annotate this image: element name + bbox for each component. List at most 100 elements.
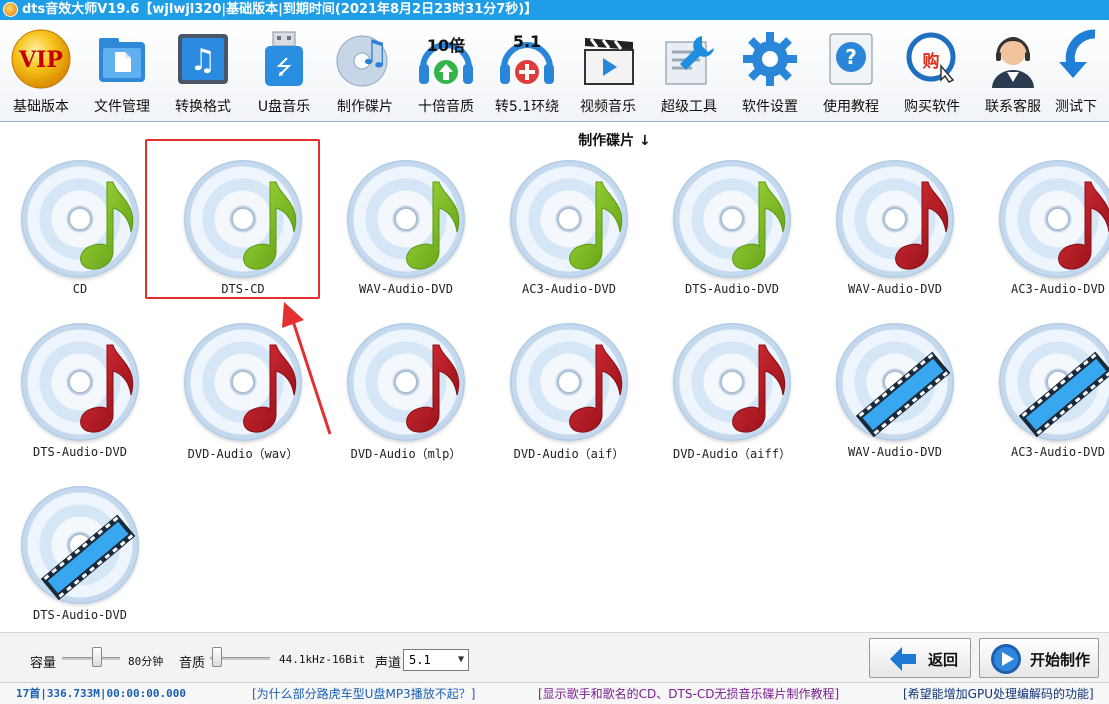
section-title: 制作碟片 ↓ bbox=[578, 133, 651, 149]
toolbar-label: 联系客服 bbox=[985, 99, 1041, 115]
disc-image bbox=[673, 323, 791, 441]
gear-icon bbox=[739, 28, 801, 90]
disc-image bbox=[836, 323, 954, 441]
toolbar-label: 文件管理 bbox=[94, 99, 150, 115]
headphones-10x-icon: 10倍 bbox=[415, 28, 477, 90]
disc-item[interactable]: AC3-Audio-DVD bbox=[978, 152, 1109, 302]
toolbar-button-tutorial[interactable]: ? 使用教程 bbox=[812, 28, 890, 120]
folder-icon bbox=[91, 28, 153, 90]
window-title: dts音效大师V19.6【wjlwjl320|基础版本|到期时间(2021年8月… bbox=[22, 2, 538, 17]
toolbar-button-buy-software[interactable]: 购 购买软件 bbox=[893, 28, 971, 120]
disc-item[interactable]: DVD-Audio（wav） bbox=[163, 315, 323, 465]
music-note-icon bbox=[732, 344, 786, 433]
svg-text:VIP: VIP bbox=[18, 47, 63, 73]
disc-label: AC3-Audio-DVD bbox=[1011, 445, 1105, 459]
capacity-value: 80分钟 bbox=[128, 655, 164, 668]
music-note-icon bbox=[243, 344, 297, 433]
toolbar-label: 基础版本 bbox=[13, 99, 69, 115]
disc-image bbox=[184, 323, 302, 441]
toolbar-label: 使用教程 bbox=[823, 99, 879, 115]
status-bar: 17首|336.733M|00:00:00.000 [为什么部分路虎车型U盘MP… bbox=[0, 682, 1109, 704]
title-bar: dts音效大师V19.6【wjlwjl320|基础版本|到期时间(2021年8月… bbox=[0, 0, 1109, 20]
disc-label: DTS-CD bbox=[221, 282, 265, 296]
disc-label: AC3-Audio-DVD bbox=[1011, 282, 1105, 296]
status-summary: 17首|336.733M|00:00:00.000 bbox=[16, 687, 186, 700]
toolbar-button-contact-support[interactable]: 联系客服 bbox=[974, 28, 1052, 120]
download-arrow-icon bbox=[1055, 28, 1109, 90]
music-note-icon bbox=[1058, 181, 1109, 270]
app-logo-icon bbox=[3, 2, 18, 17]
toolbar-button-video-music[interactable]: 视频音乐 bbox=[569, 28, 647, 120]
toolbar-button-make-disc[interactable]: ♫ 制作碟片 bbox=[326, 28, 404, 120]
toolbar-button-super-tools[interactable]: 超级工具 bbox=[650, 28, 728, 120]
toolbar-button-ten-times-quality[interactable]: 10倍 十倍音质 bbox=[407, 28, 485, 120]
toolbar-label: 视频音乐 bbox=[580, 99, 636, 115]
chevron-down-icon: ▼ bbox=[457, 654, 464, 665]
disc-item[interactable]: DVD-Audio（aiff） bbox=[652, 315, 812, 465]
play-icon bbox=[991, 644, 1021, 674]
start-button[interactable]: 开始制作 bbox=[979, 638, 1099, 678]
vip-icon: VIP bbox=[10, 28, 72, 90]
quality-value: 44.1kHz-16Bit bbox=[279, 653, 366, 666]
quality-slider-thumb[interactable] bbox=[212, 647, 222, 667]
disc-item[interactable]: DVD-Audio（aif） bbox=[489, 315, 649, 465]
disc-item[interactable]: DTS-Audio-DVD bbox=[0, 478, 160, 628]
capacity-slider-thumb[interactable] bbox=[91, 647, 102, 667]
channel-select[interactable]: 5.1 ▼ bbox=[403, 649, 469, 671]
music-note-icon bbox=[243, 181, 297, 270]
disc-item[interactable]: AC3-Audio-DVD bbox=[978, 315, 1109, 465]
toolbar-label: 软件设置 bbox=[742, 99, 798, 115]
disc-item[interactable]: WAV-Audio-DVD bbox=[815, 315, 975, 465]
buy-icon: 购 bbox=[901, 28, 963, 90]
music-note-icon bbox=[569, 181, 623, 270]
toolbar-button-usb-music[interactable]: ⭍ U盘音乐 bbox=[245, 28, 323, 120]
disc-item[interactable]: DVD-Audio（mlp） bbox=[326, 315, 486, 465]
toolbar-label: 超级工具 bbox=[661, 99, 717, 115]
disc-image bbox=[836, 160, 954, 278]
music-note-icon bbox=[80, 344, 134, 433]
disc-type-grid: CD DTS-CD WAV-Audio-DVD AC3-Audio-DVD DTS-Au… bbox=[0, 150, 1109, 630]
toolbar-label: 十倍音质 bbox=[418, 99, 474, 115]
disc-image bbox=[673, 160, 791, 278]
toolbar-button-convert-format[interactable]: ♫ 转换格式 bbox=[164, 28, 242, 120]
toolbar-button-basic-version[interactable]: VIP 基础版本 bbox=[2, 28, 80, 120]
film-strip-icon bbox=[855, 351, 951, 438]
disc-label: AC3-Audio-DVD bbox=[522, 282, 616, 296]
disc-item[interactable]: WAV-Audio-DVD bbox=[815, 152, 975, 302]
disc-item[interactable]: DTS-CD bbox=[163, 152, 323, 302]
back-button[interactable]: 返回 bbox=[869, 638, 971, 678]
capacity-label: 容量 bbox=[30, 656, 57, 671]
disc-image bbox=[347, 160, 465, 278]
status-link-2[interactable]: [显示歌手和歌名的CD、DTS-CD无损音乐碟片制作教程] bbox=[538, 684, 839, 704]
channel-label: 声道 bbox=[375, 656, 402, 671]
toolbar-button-file-management[interactable]: 文件管理 bbox=[83, 28, 161, 120]
start-button-label: 开始制作 bbox=[1030, 651, 1091, 669]
disc-item[interactable]: CD bbox=[0, 152, 160, 302]
toolbar-button-convert-51-surround[interactable]: 5.1 转5.1环绕 bbox=[488, 28, 566, 120]
music-note-icon bbox=[406, 344, 460, 433]
back-arrow-icon bbox=[890, 647, 916, 671]
disc-label: DTS-Audio-DVD bbox=[685, 282, 779, 296]
disc-item[interactable]: WAV-Audio-DVD bbox=[326, 152, 486, 302]
disc-item[interactable]: AC3-Audio-DVD bbox=[489, 152, 649, 302]
toolbar-label: 制作碟片 bbox=[337, 99, 393, 115]
main-toolbar: VIP 基础版本 文件管理 ♫ 转换格式 ⭍ U盘音乐 ♫ 制作碟片 10倍 十… bbox=[0, 20, 1109, 122]
quality-label: 音质 bbox=[179, 656, 206, 671]
toolbar-label: U盘音乐 bbox=[257, 99, 311, 115]
music-convert-icon: ♫ bbox=[172, 28, 234, 90]
toolbar-button-test-download[interactable]: 测试下 bbox=[1055, 28, 1109, 120]
disc-label: DVD-Audio（mlp） bbox=[350, 447, 462, 461]
status-link-1[interactable]: [为什么部分路虎车型U盘MP3播放不起？] bbox=[252, 684, 475, 704]
headphones-51-icon: 5.1 bbox=[496, 28, 558, 90]
disc-label: WAV-Audio-DVD bbox=[848, 282, 942, 296]
toolbar-button-software-settings[interactable]: 软件设置 bbox=[731, 28, 809, 120]
back-button-label: 返回 bbox=[928, 651, 959, 669]
disc-item[interactable]: DTS-Audio-DVD bbox=[652, 152, 812, 302]
clapperboard-icon bbox=[577, 28, 639, 90]
disc-item[interactable]: DTS-Audio-DVD bbox=[0, 315, 160, 465]
disc-label: DVD-Audio（aif） bbox=[513, 447, 625, 461]
status-link-3[interactable]: [希望能增加GPU处理编解码的功能] bbox=[903, 684, 1094, 704]
music-note-icon bbox=[895, 181, 949, 270]
disc-image bbox=[999, 160, 1109, 278]
disc-image bbox=[184, 160, 302, 278]
